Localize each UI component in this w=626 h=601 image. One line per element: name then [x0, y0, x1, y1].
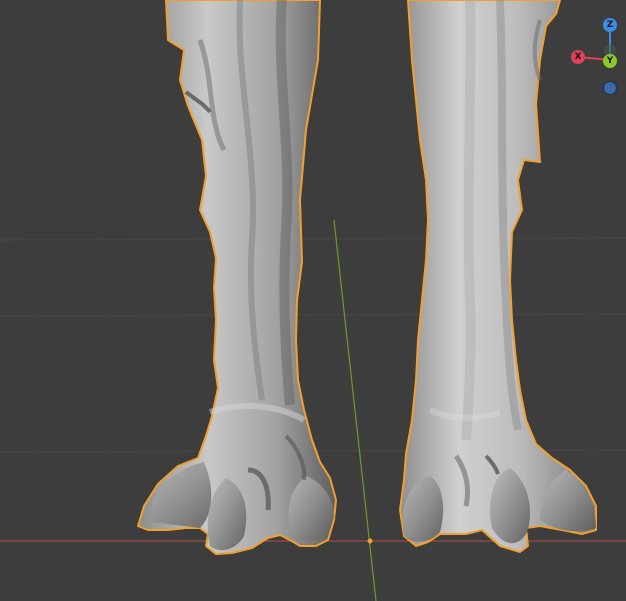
gizmo-z-label: Z: [607, 20, 614, 30]
left-leg-mesh[interactable]: [137, 0, 337, 555]
object-origin-point[interactable]: [367, 538, 373, 544]
gizmo-y-handle[interactable]: Y: [603, 54, 617, 68]
y-axis-line: [333, 219, 377, 601]
gizmo-x-label: X: [575, 52, 582, 62]
gizmo-x-handle[interactable]: X: [571, 50, 585, 64]
scene-canvas[interactable]: [0, 0, 626, 601]
gizmo-z-handle[interactable]: Z: [603, 18, 617, 32]
gizmo-y-label: Y: [606, 56, 614, 66]
navigation-gizmo[interactable]: Z X Y: [560, 10, 626, 100]
floor-grid: [0, 237, 626, 453]
gizmo-neg-z-handle[interactable]: [603, 81, 617, 95]
3d-viewport[interactable]: Z X Y: [0, 0, 626, 601]
